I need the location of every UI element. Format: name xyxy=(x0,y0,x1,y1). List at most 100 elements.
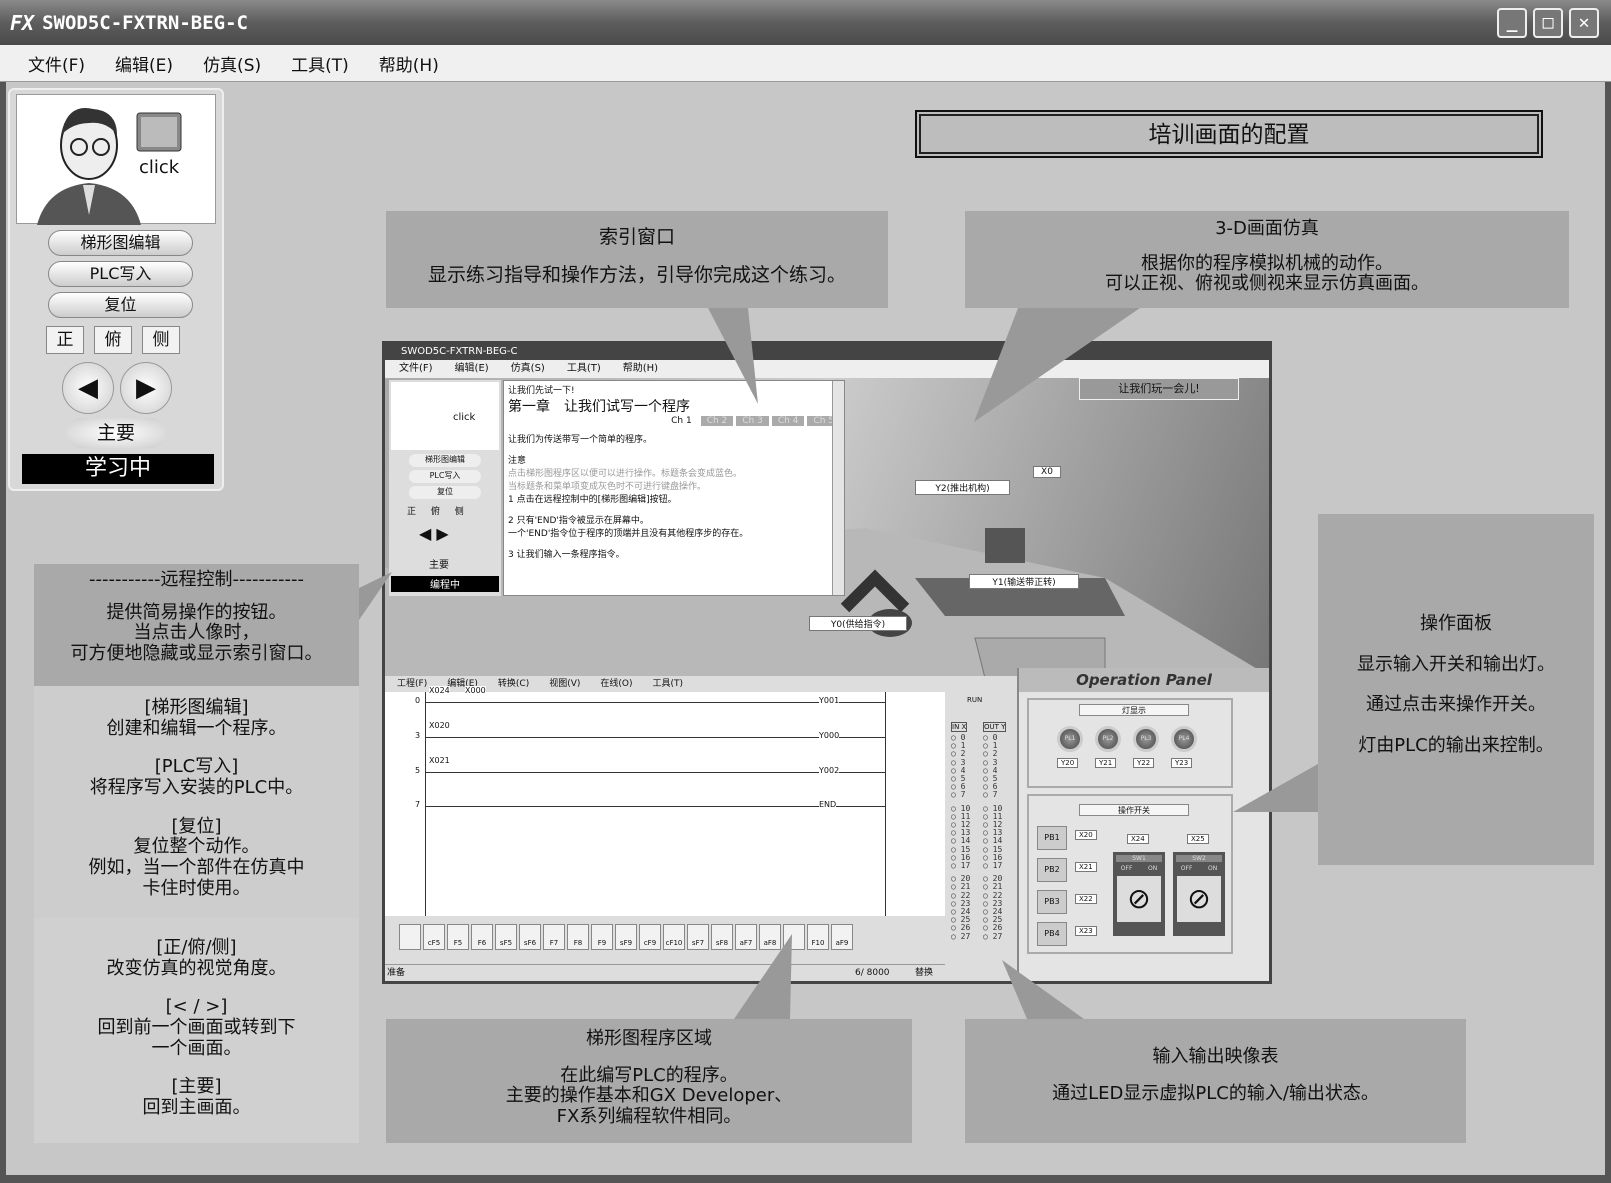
ladder-menu-item[interactable]: 转换(C) xyxy=(498,676,529,692)
ladder-menu-item[interactable]: 视图(V) xyxy=(549,676,580,692)
reset-button[interactable]: 复位 xyxy=(48,292,193,318)
io-led-row: ○ 7 xyxy=(983,791,1002,799)
ladder-menu-item[interactable]: 工程(F) xyxy=(397,676,427,692)
close-button[interactable]: ✕ xyxy=(1569,8,1599,38)
ladder-tool-button[interactable]: sF9 xyxy=(615,924,637,950)
item-heading: [PLC写入] xyxy=(154,756,239,778)
ladder-tool-button[interactable]: sF8 xyxy=(711,924,733,950)
ladder-tool-button[interactable]: sF7 xyxy=(687,924,709,950)
ladder-tool-button[interactable]: aF9 xyxy=(831,924,853,950)
next-button[interactable]: ▶ xyxy=(120,362,172,414)
menu-file[interactable]: 文件(F) xyxy=(28,51,85,76)
main-button[interactable]: 主要 xyxy=(66,418,166,448)
inner-menu-item[interactable]: 文件(F) xyxy=(399,360,433,378)
maximize-button[interactable]: □ xyxy=(1533,8,1563,38)
ladder-tool-button[interactable]: cF5 xyxy=(423,924,445,950)
remote-control-panel: click 梯形图编辑 PLC写入 复位 正 俯 侧 ◀ ▶ 主要 学习中 xyxy=(8,88,224,491)
sim-label-y2: Y2(推出机构) xyxy=(915,480,1010,495)
ladder-tool-button[interactable]: cF9 xyxy=(639,924,661,950)
menu-help[interactable]: 帮助(H) xyxy=(379,51,439,76)
item-desc: 回到主画面。 xyxy=(142,1097,251,1119)
ladder-tool-button[interactable]: F9 xyxy=(591,924,613,950)
led-icon: ○ xyxy=(951,790,961,800)
ladder-tool-button[interactable]: F6 xyxy=(471,924,493,950)
ladder-tool-button[interactable] xyxy=(399,924,421,950)
minimize-button[interactable]: _ xyxy=(1497,8,1527,38)
lamp-address: Y21 xyxy=(1095,758,1117,768)
output-leds: ○ 0 ○ 1 ○ 2 ○ 3 ○ 4 ○ 5 ○ 6 ○ 7 ○ 10 ○ 11 ○ 12 ○ 13… xyxy=(983,733,1002,941)
ladder-editor[interactable]: 工程(F) 编辑(E) 转换(C) 视图(V) 在线(O) 工具(T) 0 X024 X0… xyxy=(385,676,945,981)
tab-ch2[interactable]: Ch 2 xyxy=(700,416,734,426)
inner-menu-item[interactable]: 仿真(S) xyxy=(511,360,545,378)
sw-off[interactable]: OFF xyxy=(1181,865,1193,872)
plc-write-button[interactable]: PLC写入 xyxy=(48,261,193,287)
push-button[interactable]: PB1 xyxy=(1037,826,1067,850)
op-panel-title: Operation Panel xyxy=(1019,668,1269,692)
inner-menu-item[interactable]: 编辑(E) xyxy=(455,360,489,378)
inner-view[interactable]: 俯 xyxy=(431,507,440,517)
ladder-tool-button[interactable]: F8 xyxy=(567,924,589,950)
ladder-tool-button[interactable]: F5 xyxy=(447,924,469,950)
instructor-avatar-icon xyxy=(37,108,182,225)
item-desc: 将程序写入安装的PLC中。 xyxy=(89,777,304,799)
push-button[interactable]: PB4 xyxy=(1037,922,1067,946)
menu-edit[interactable]: 编辑(E) xyxy=(115,51,173,76)
callout-body-line: 灯由PLC的输出来控制。 xyxy=(1358,735,1554,757)
inner-view[interactable]: 侧 xyxy=(455,507,464,517)
operation-panel: Operation Panel 灯显示 PL1 Y20 PL2 Y21 PL3 Y22 PL… xyxy=(1017,668,1269,981)
sw-off[interactable]: OFF xyxy=(1121,865,1133,872)
inner-remote-button[interactable]: PLC写入 xyxy=(409,470,481,483)
io-led-row: ○ 7 xyxy=(951,791,970,799)
inner-portrait-icon[interactable]: click xyxy=(391,382,499,450)
tab-ch4[interactable]: Ch 4 xyxy=(771,416,805,426)
tab-ch1[interactable]: Ch 1 xyxy=(665,416,698,426)
ladder-tool-button[interactable]: sF5 xyxy=(495,924,517,950)
front-view-button[interactable]: 正 xyxy=(46,326,84,354)
tab-ch3[interactable]: Ch 3 xyxy=(736,416,769,426)
ladder-tool-button[interactable]: aF8 xyxy=(759,924,781,950)
ladder-edit-button[interactable]: 梯形图编辑 xyxy=(48,230,193,256)
index-window[interactable]: 让我们先试一下! 第一章 让我们试写一个程序 Ch 1 Ch 2 Ch 3 Ch 4C… xyxy=(503,380,845,596)
index-scrollbar[interactable] xyxy=(832,381,844,595)
callout-body-line: 在此编写PLC的程序。 xyxy=(560,1064,738,1086)
sw-on[interactable]: ON xyxy=(1208,865,1217,872)
ladder-tool-button[interactable]: F10 xyxy=(807,924,829,950)
inner-view-buttons[interactable]: 正 俯 侧 xyxy=(407,504,464,517)
led-icon: ○ xyxy=(951,931,961,941)
ladder-menu-item[interactable]: 在线(O) xyxy=(600,676,632,692)
side-view-button[interactable]: 侧 xyxy=(142,326,180,354)
inner-remote-button[interactable]: 复位 xyxy=(409,486,481,499)
sw-on[interactable]: ON xyxy=(1148,865,1157,872)
ladder-menu-item[interactable]: 工具(T) xyxy=(653,676,684,692)
index-line: 注意 xyxy=(508,456,527,466)
ladder-tool-button[interactable]: F7 xyxy=(543,924,565,950)
inner-main-button[interactable]: 主要 xyxy=(429,556,449,571)
ladder-tool-button[interactable] xyxy=(783,924,805,950)
led-number: 17 xyxy=(960,861,971,871)
inner-nav-arrows-icon[interactable]: ◀ ▶ xyxy=(419,524,449,543)
top-view-button[interactable]: 俯 xyxy=(94,326,132,354)
prev-button[interactable]: ◀ xyxy=(62,362,114,414)
instructor-portrait[interactable]: click xyxy=(16,94,216,225)
push-button[interactable]: PB3 xyxy=(1037,890,1067,914)
callout-body-line: 通过点击来操作开关。 xyxy=(1366,694,1546,716)
callout-title: -----------远程控制----------- xyxy=(89,569,304,590)
ladder-tool-button[interactable]: aF7 xyxy=(735,924,757,950)
menu-simulation[interactable]: 仿真(S) xyxy=(203,51,261,76)
play-label: 让我们玩一会儿! xyxy=(1079,378,1239,400)
menu-tools[interactable]: 工具(T) xyxy=(291,51,349,76)
rung-step: 0 xyxy=(415,696,421,705)
selector-switch[interactable]: SW2 OFF ON ⊘ xyxy=(1173,852,1225,936)
inner-menu-item[interactable]: 帮助(H) xyxy=(623,360,658,378)
inner-remote-button[interactable]: 梯形图编辑 xyxy=(409,454,481,467)
item-desc: 卡住时使用。 xyxy=(142,877,251,899)
push-button[interactable]: PB2 xyxy=(1037,858,1067,882)
inner-view[interactable]: 正 xyxy=(407,507,416,517)
ladder-tool-button[interactable]: sF6 xyxy=(519,924,541,950)
selector-switch[interactable]: SW1 OFF ON ⊘ xyxy=(1113,852,1165,936)
index-line: 3 让我们输入一条程序指令。 xyxy=(508,550,625,560)
sw-name: SW1 xyxy=(1116,855,1162,862)
inner-menu-item[interactable]: 工具(T) xyxy=(567,360,601,378)
ladder-tool-button[interactable]: cF10 xyxy=(663,924,685,950)
rung-line xyxy=(425,806,885,807)
